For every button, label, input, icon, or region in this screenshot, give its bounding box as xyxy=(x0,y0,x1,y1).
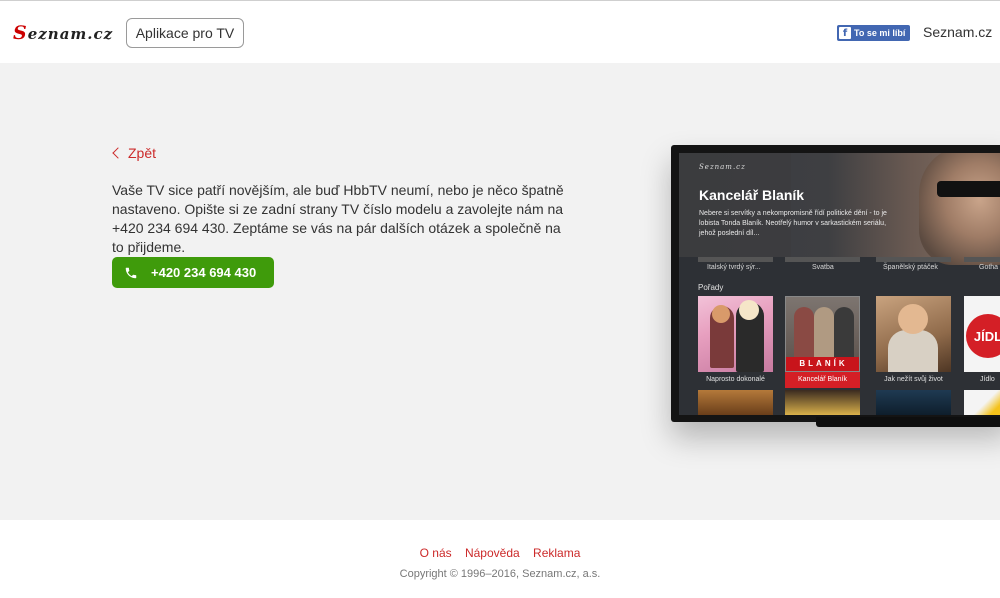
tv-apps-button[interactable]: Aplikace pro TV xyxy=(126,18,244,48)
tv-card-jidlo: JÍDL xyxy=(964,296,1000,372)
tv-section-label: Pořady xyxy=(698,283,724,292)
help-description: Vaše TV sice patří novějším, ale buď Hbb… xyxy=(112,182,564,255)
row-thumb xyxy=(964,257,1000,262)
footer-link-ads[interactable]: Reklama xyxy=(533,546,580,560)
facebook-like-button[interactable]: f To se mi líbí xyxy=(837,25,910,41)
blanik-banner: BLANÍK xyxy=(786,357,859,371)
call-phone-button[interactable]: +420 234 694 430 xyxy=(112,257,274,288)
row-thumb xyxy=(785,257,860,262)
tv-card-jak-nezit xyxy=(876,296,951,372)
footer: O nás Nápověda Reklama Copyright © 1996–… xyxy=(0,520,1000,598)
tv-logo: Seznam.cz xyxy=(699,163,746,171)
tv-show-title: Kancelář Blaník xyxy=(699,187,805,203)
chevron-left-icon xyxy=(112,147,124,159)
tv-hero-banner: Seznam.cz Kancelář Blaník Nebere si serv… xyxy=(679,153,1000,265)
seznam-logo[interactable]: Seznam.cz xyxy=(13,22,113,44)
tv-card-caption: Jak nežít svůj život xyxy=(884,376,943,383)
tv-card-kancelar-blanik: BLANÍK xyxy=(785,296,860,372)
hero-image-glasses xyxy=(937,181,1000,197)
row-label: Gotha xyxy=(979,264,999,271)
footer-link-help[interactable]: Nápověda xyxy=(465,546,520,560)
tv-row-next-thumb xyxy=(876,390,951,415)
hero-image xyxy=(919,153,1000,265)
jidlo-logo: JÍDL xyxy=(966,314,1000,358)
tv-card-caption: Naprosto dokonalé xyxy=(706,376,765,383)
header: Seznam.cz Aplikace pro TV f To se mi líb… xyxy=(0,0,1000,63)
row-thumb xyxy=(876,257,951,262)
row-label: Italský tvrdý sýr... xyxy=(707,264,761,271)
facebook-like-label: To se mi líbí xyxy=(854,28,906,38)
tv-show-description: Nebere si servítky a nekompromisně řídí … xyxy=(699,210,887,237)
tv-row-next-thumb xyxy=(964,390,1000,415)
tv-card-naprosto-dokonale xyxy=(698,296,773,372)
seznam-link[interactable]: Seznam.cz xyxy=(923,24,992,40)
copyright: Copyright © 1996–2016, Seznam.cz, a.s. xyxy=(399,568,601,580)
tv-row-next-thumb xyxy=(785,390,860,415)
logo-text: Seznam.cz xyxy=(13,22,114,44)
row-label: Svatba xyxy=(812,264,834,271)
row-label: Španělský ptáček xyxy=(883,264,938,271)
back-link[interactable]: Zpět xyxy=(112,145,156,161)
tv-screen: Seznam.cz Kancelář Blaník Nebere si serv… xyxy=(679,153,1000,415)
tv-stand xyxy=(816,417,1000,427)
tv-row-next-thumb xyxy=(698,390,773,415)
tv-row-previous: Italský tvrdý sýr... Svatba Španělský pt… xyxy=(679,257,1000,279)
back-label: Zpět xyxy=(128,145,157,161)
phone-number: +420 234 694 430 xyxy=(151,265,257,280)
row-thumb xyxy=(698,257,773,262)
tv-card-caption: Jídlo xyxy=(980,376,995,383)
footer-links: O nás Nápověda Reklama xyxy=(0,546,1000,560)
facebook-icon: f xyxy=(839,27,851,39)
tv-illustration: Seznam.cz Kancelář Blaník Nebere si serv… xyxy=(671,145,1000,427)
tv-card-caption-active: Kancelář Blaník xyxy=(785,372,860,388)
main-content: Zpět Vaše TV sice patří novějším, ale bu… xyxy=(0,63,1000,520)
phone-icon xyxy=(124,266,138,280)
footer-link-about[interactable]: O nás xyxy=(420,546,452,560)
